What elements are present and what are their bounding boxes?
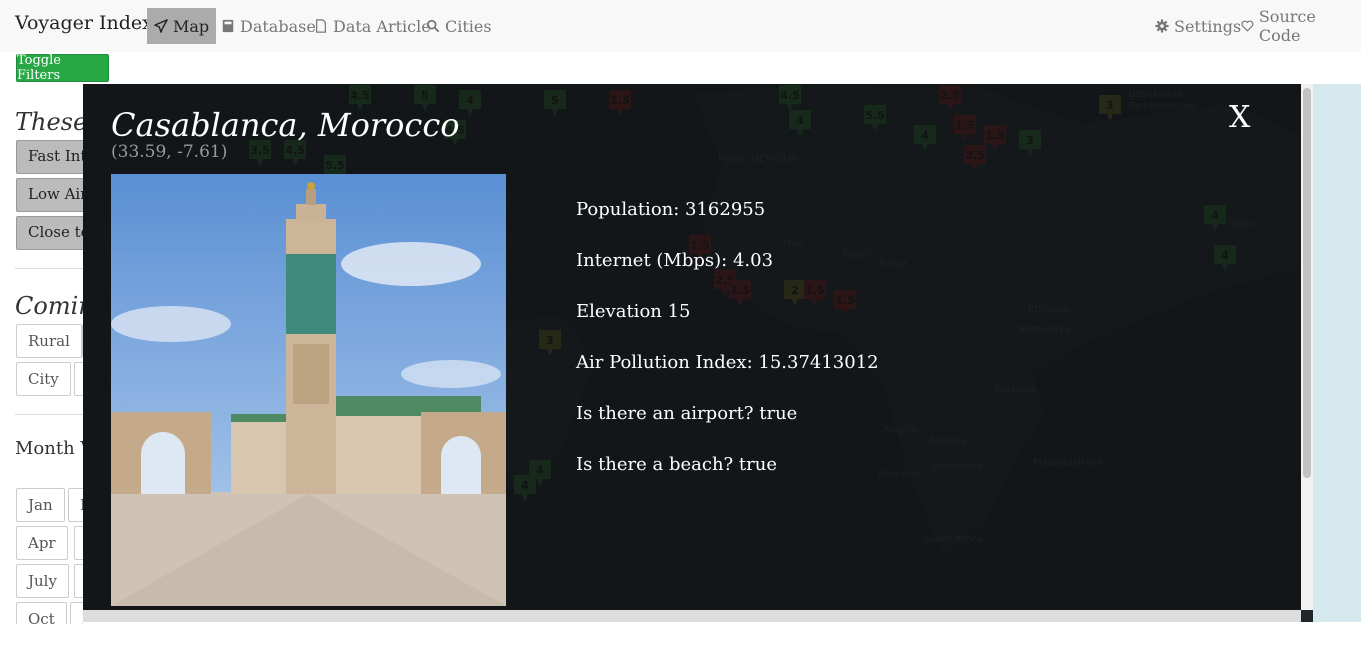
mosque-image [111,174,506,606]
filter-fast-internet-button[interactable]: Fast Internet [16,140,83,174]
month-july-button[interactable]: July [16,564,69,598]
month-feb-button[interactable]: Fe [68,488,83,522]
divider [15,414,83,415]
month-may-button[interactable]: Ma [74,526,83,560]
filter-sidebar: These are Fast Internet Low Air Pol Clos… [0,84,83,624]
nav-source-code[interactable]: Source Code [1234,7,1361,45]
top-navbar: Voyager Index Map Database Data Article … [0,0,1361,52]
city-title: Casablanca, Morocco [111,106,460,144]
filter-low-air-pollution-button[interactable]: Low Air Pol [16,178,83,212]
vertical-scrollbar[interactable] [1301,84,1313,610]
tag-button[interactable]: Mi [74,362,83,396]
city-photo [111,174,506,606]
close-modal-button[interactable]: X [1229,100,1250,135]
coming-soon-heading: Coming S [15,292,83,320]
population-text: Population: 3162955 [576,199,766,220]
elevation-text: Elevation 15 [576,301,691,322]
nav-data-article-label: Data Article [333,16,431,36]
scrollbar-thumb[interactable] [1303,88,1311,478]
nav-map-label: Map [173,16,210,36]
nav-database-label: Database [240,16,316,36]
paper-plane-icon [154,19,168,33]
city-detail-modal: Casablanca, Morocco (33.59, -7.61) X Pop… [83,84,1301,610]
brand-title[interactable]: Voyager Index [15,12,153,34]
month-nov-button[interactable]: N [70,602,83,624]
airport-text: Is there an airport? true [576,403,798,424]
beach-text: Is there a beach? true [576,454,778,475]
internet-speed-text: Internet (Mbps): 4.03 [576,250,774,271]
gear-icon [1155,19,1169,33]
month-aug-button[interactable]: Au [74,564,83,598]
month-apr-button[interactable]: Apr [16,526,68,560]
book-icon [222,19,234,33]
tag-city-button[interactable]: City [16,362,71,396]
city-coordinates: (33.59, -7.61) [111,142,228,162]
map-edge [1313,84,1361,622]
month-oct-button[interactable]: Oct [16,602,67,624]
city-info-list: Population: 3162955 Internet (Mbps): 4.0… [576,199,879,505]
search-icon [426,19,440,33]
nav-settings-label: Settings [1174,16,1242,36]
month-visit-heading: Month Visit [15,438,83,459]
nav-source-code-label: Source Code [1258,7,1316,45]
air-pollution-text: Air Pollution Index: 15.37413012 [576,352,879,373]
month-jan-button[interactable]: Jan [16,488,65,522]
filter-close-to-button[interactable]: Close to the [16,216,83,250]
nav-cities-label: Cities [445,16,492,36]
nav-cities[interactable]: Cities [419,8,499,44]
file-icon [316,19,326,33]
toggle-filters-button[interactable]: Toggle Filters [16,53,109,83]
filters-heading: These are [15,108,83,136]
divider [15,268,83,269]
horizontal-scrollbar[interactable] [83,610,1301,622]
nav-map[interactable]: Map [147,8,217,44]
heart-icon [1241,20,1254,32]
tag-rural-button[interactable]: Rural [16,324,82,358]
